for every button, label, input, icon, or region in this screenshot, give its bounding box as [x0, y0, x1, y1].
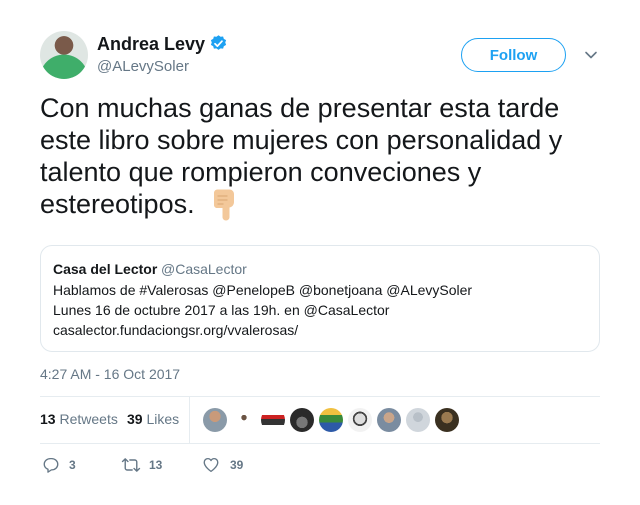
retweet-button[interactable]: 13 — [121, 456, 176, 474]
liker-avatar[interactable] — [377, 408, 401, 432]
like-count: 39 — [230, 458, 244, 472]
liker-avatar[interactable] — [319, 408, 343, 432]
likes-count: 39 — [127, 411, 143, 427]
divider — [40, 396, 600, 397]
reply-button[interactable]: 3 — [42, 456, 92, 474]
author-name[interactable]: Andrea Levy — [97, 33, 205, 55]
liker-avatar[interactable] — [290, 408, 314, 432]
reply-count: 3 — [69, 458, 76, 472]
liker-avatar[interactable] — [348, 408, 372, 432]
retweet-count: 13 — [149, 458, 163, 472]
quoted-text-line: Lunes 16 de octubre 2017 a las 19h. en @… — [53, 302, 390, 318]
chevron-down-icon[interactable] — [584, 48, 598, 62]
liker-avatar[interactable] — [406, 408, 430, 432]
pointing-down-hand-icon — [214, 189, 234, 221]
retweets-stat[interactable]: 13 Retweets — [40, 411, 118, 427]
liker-avatar[interactable] — [435, 408, 459, 432]
follow-button[interactable]: Follow — [461, 38, 566, 72]
liker-avatar[interactable] — [203, 408, 227, 432]
verified-badge-icon — [210, 35, 227, 50]
quoted-author-name: Casa del Lector — [53, 261, 158, 277]
divider — [189, 397, 190, 443]
retweet-icon — [121, 458, 141, 472]
reply-icon — [43, 457, 59, 473]
likes-label: Likes — [146, 411, 180, 427]
likes-stat[interactable]: 39 Likes — [127, 411, 179, 427]
retweets-count: 13 — [40, 411, 56, 427]
liker-avatar[interactable] — [261, 408, 285, 432]
tweet-timestamp[interactable]: 4:27 AM - 16 Oct 2017 — [40, 366, 180, 382]
author-handle[interactable]: @ALevySoler — [97, 58, 189, 75]
like-button[interactable]: 39 — [202, 456, 257, 474]
tweet-text: Con muchas ganas de presentar esta tarde… — [40, 93, 563, 219]
heart-icon — [203, 457, 219, 473]
quoted-tweet[interactable]: Casa del Lector @CasaLector Hablamos de … — [40, 245, 600, 352]
retweets-label: Retweets — [59, 411, 118, 427]
author-avatar[interactable] — [40, 31, 88, 79]
quoted-text-line: Hablamos de #Valerosas @PenelopeB @bonet… — [53, 282, 473, 298]
liker-avatar[interactable] — [232, 408, 256, 432]
quoted-link[interactable]: casalector.fundaciongsr.org/vvalerosas/ — [53, 322, 298, 338]
quoted-author-handle: @CasaLector — [161, 261, 247, 277]
divider — [40, 443, 600, 444]
